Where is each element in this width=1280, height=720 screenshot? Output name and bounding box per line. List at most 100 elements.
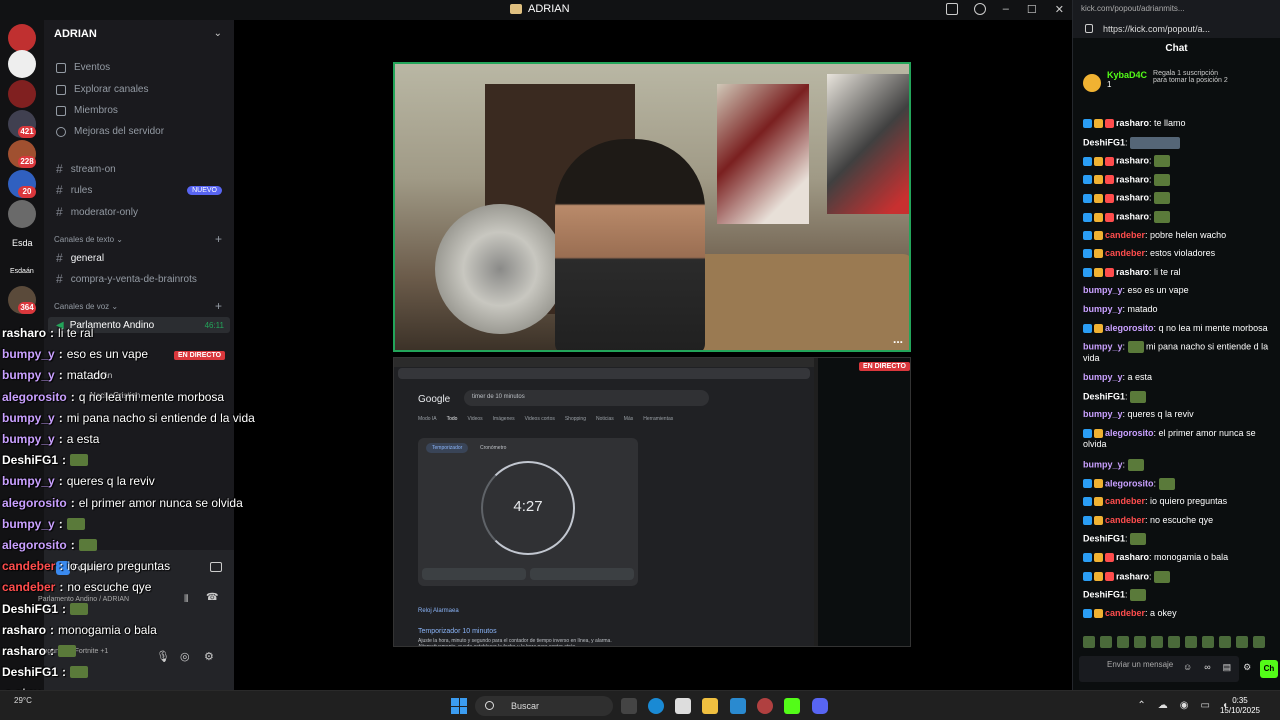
kick-url-bar[interactable]: https://kick.com/popout/a... xyxy=(1073,20,1280,38)
task-view-icon[interactable] xyxy=(621,698,637,714)
clock[interactable]: 0:35 15/10/2025 xyxy=(1220,696,1260,716)
server-label[interactable]: Esdaán xyxy=(10,268,34,275)
chat-username[interactable]: candeber xyxy=(1105,608,1145,618)
network-icon[interactable]: ▭ xyxy=(1201,700,1210,711)
emoji-icon[interactable]: ☺ xyxy=(1183,662,1192,673)
chat-username[interactable]: bumpy_y xyxy=(1083,409,1123,419)
weather-widget[interactable]: 29°C xyxy=(14,696,32,705)
start-button[interactable] xyxy=(451,698,467,714)
chat-username[interactable]: candeber xyxy=(1105,515,1145,525)
nav-boosts[interactable]: Mejoras del servidor xyxy=(56,126,164,137)
emote[interactable] xyxy=(1083,636,1095,648)
chat-username[interactable]: bumpy_y xyxy=(1083,459,1123,469)
channel-moderator-only[interactable]: # moderator-only xyxy=(56,205,138,219)
chat-username[interactable]: alegorosito xyxy=(1105,478,1154,488)
chat-text: no escuche qye xyxy=(1150,514,1214,525)
leader-user[interactable]: KybaD4C xyxy=(1107,70,1147,80)
fan xyxy=(435,204,565,334)
badge-icon xyxy=(1105,175,1114,185)
nav-members[interactable]: Miembros xyxy=(56,105,118,116)
app-icon[interactable]: ◉ xyxy=(1180,700,1189,711)
emote[interactable] xyxy=(1236,636,1248,648)
chat-username[interactable]: rasharo xyxy=(1116,193,1149,203)
chat-username[interactable]: rasharo xyxy=(1116,174,1149,184)
server-icon[interactable] xyxy=(8,80,36,108)
chevron-up-icon[interactable]: ⌃ xyxy=(1137,700,1145,711)
minimize-button[interactable]: – xyxy=(1003,3,1009,16)
server-icon[interactable] xyxy=(8,24,36,52)
emote[interactable] xyxy=(1168,636,1180,648)
help-icon[interactable] xyxy=(974,3,986,15)
more-options-icon[interactable]: ... xyxy=(893,332,903,346)
chat-username[interactable]: DeshiFG1 xyxy=(1083,137,1125,147)
channel-rules[interactable]: # rules xyxy=(56,183,92,197)
chat-username[interactable]: candeber xyxy=(1105,230,1145,240)
store-icon[interactable] xyxy=(675,698,691,714)
app-icon[interactable] xyxy=(730,698,746,714)
chat-username[interactable]: rasharo xyxy=(1116,156,1149,166)
emote[interactable] xyxy=(1253,636,1265,648)
send-chat-button[interactable]: Ch xyxy=(1260,660,1278,678)
chat-username[interactable]: bumpy_y xyxy=(1083,372,1123,382)
chevron-down-icon[interactable]: ⌄ xyxy=(214,28,222,39)
taskbar-search[interactable]: Buscar xyxy=(475,696,613,716)
inbox-icon[interactable] xyxy=(946,3,958,15)
chat-username[interactable]: candeber xyxy=(1105,248,1145,258)
emote xyxy=(1154,192,1171,205)
screen-share-tile[interactable]: Google timer de 10 minutos Modo IA Todo … xyxy=(393,357,911,647)
maximize-button[interactable]: ☐ xyxy=(1027,3,1037,16)
chat-username[interactable]: bumpy_y xyxy=(1083,285,1123,295)
settings-gear-icon[interactable]: ⚙ xyxy=(1243,662,1251,673)
edge-icon[interactable] xyxy=(648,698,664,714)
emote[interactable] xyxy=(1219,636,1231,648)
webcam-tile[interactable]: ... xyxy=(393,62,911,352)
server-icon[interactable] xyxy=(8,200,36,228)
add-channel-icon[interactable]: + xyxy=(215,299,222,313)
badge-icon xyxy=(1083,323,1092,333)
nav-events[interactable]: Eventos xyxy=(56,62,110,73)
chat-username[interactable]: DeshiFG1 xyxy=(1083,391,1125,401)
emote[interactable] xyxy=(1151,636,1163,648)
chat-username[interactable]: bumpy_y xyxy=(1083,342,1123,352)
server-icon[interactable] xyxy=(8,50,36,78)
server-label[interactable]: Esda xyxy=(12,238,33,248)
emote[interactable] xyxy=(1185,636,1197,648)
link-icon[interactable]: ∞ xyxy=(1204,662,1210,673)
chat-username[interactable]: bumpy_y xyxy=(1083,304,1123,314)
category-voice[interactable]: Canales de voz ⌄ xyxy=(54,302,118,311)
chat-username[interactable]: rasharo xyxy=(1116,211,1149,221)
close-button[interactable]: ✕ xyxy=(1055,3,1064,16)
chat-username[interactable]: rasharo xyxy=(1116,552,1149,562)
chat-username[interactable]: candeber xyxy=(1105,496,1145,506)
chat-username[interactable]: DeshiFG1 xyxy=(1083,534,1125,544)
chat-username[interactable]: DeshiFG1 xyxy=(1083,590,1125,600)
cloud-icon[interactable]: ☁ xyxy=(1158,700,1168,711)
server-name[interactable]: ADRIAN xyxy=(54,28,97,40)
overlay-chat-line: bumpy_y: queres q la reviv xyxy=(2,474,155,488)
badge-icon xyxy=(1105,572,1114,582)
chat-username[interactable]: rasharo xyxy=(1116,118,1149,128)
chat-username: rasharo xyxy=(2,623,47,637)
emote[interactable] xyxy=(1134,636,1146,648)
chat-message: queres q la reviv xyxy=(66,474,155,488)
overlay-chat-line: candeber: no escuche qye xyxy=(2,580,152,594)
store-icon[interactable]: ▤ xyxy=(1223,662,1232,673)
category-text[interactable]: Canales de texto ⌄ xyxy=(54,235,123,244)
channel-compra-venta[interactable]: # compra-y-venta-de-brainrots xyxy=(56,272,197,286)
discord-icon[interactable] xyxy=(812,698,828,714)
kick-icon[interactable] xyxy=(784,698,800,714)
emote[interactable] xyxy=(1202,636,1214,648)
chat-username[interactable]: rasharo xyxy=(1116,571,1149,581)
channel-stream-on[interactable]: # stream-on xyxy=(56,162,116,176)
chrome-icon[interactable] xyxy=(757,698,773,714)
nav-browse-channels[interactable]: Explorar canales xyxy=(56,84,148,95)
chat-username[interactable]: alegorosito xyxy=(1105,428,1154,438)
emote[interactable] xyxy=(1117,636,1129,648)
emote xyxy=(1158,477,1175,490)
emote[interactable] xyxy=(1100,636,1112,648)
channel-general[interactable]: # general xyxy=(56,251,104,265)
file-explorer-icon[interactable] xyxy=(702,698,718,714)
chat-username[interactable]: alegorosito xyxy=(1105,323,1154,333)
add-channel-icon[interactable]: + xyxy=(215,232,222,246)
chat-username[interactable]: rasharo xyxy=(1116,267,1149,277)
